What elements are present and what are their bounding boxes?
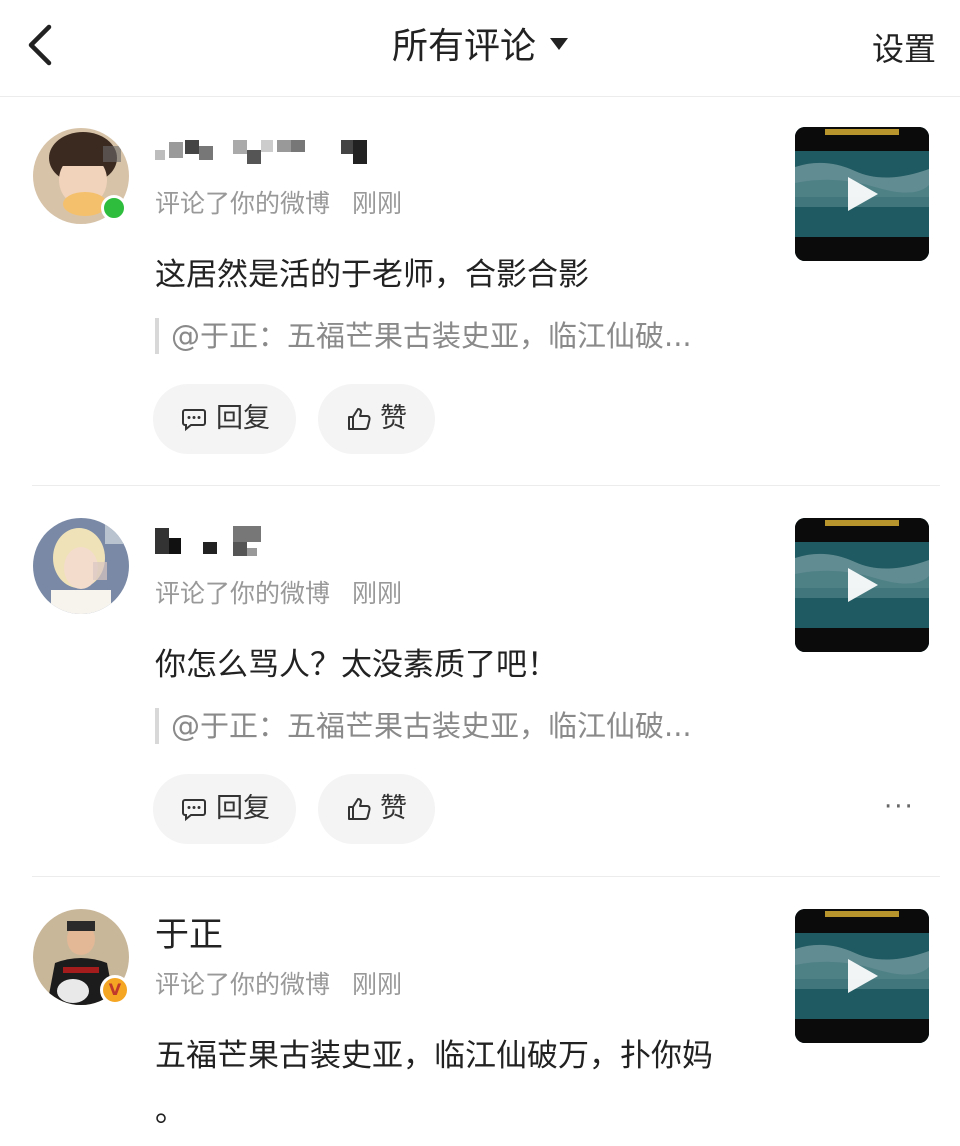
comment-meta: 评论了你的微博 刚刚 <box>155 577 402 611</box>
like-button[interactable]: 赞 <box>318 774 435 844</box>
more-options-button[interactable]: ··· <box>884 792 915 822</box>
thumbs-up-icon <box>348 408 371 430</box>
weibo-video-thumbnail[interactable] <box>795 518 929 652</box>
comment-action: 评论了你的微博 <box>155 970 331 999</box>
verified-badge-icon: V <box>100 975 130 1005</box>
comment-text: 五福芒果古装史亚，临江仙破万，扑你妈 <box>155 1038 713 1074</box>
username[interactable]: 于正 <box>155 913 223 957</box>
username-obscured[interactable] <box>155 522 395 562</box>
reply-label: 回复 <box>216 403 270 434</box>
like-label: 赞 <box>380 403 407 434</box>
comment-action: 评论了你的微博 <box>155 579 331 608</box>
username-obscured[interactable] <box>155 136 395 176</box>
comment-text: 这居然是活的于老师，合影合影 <box>155 257 589 293</box>
top-nav-bar: 所有评论 设置 <box>0 0 960 97</box>
like-button[interactable]: 赞 <box>318 384 435 454</box>
weibo-video-thumbnail[interactable] <box>795 127 929 261</box>
like-label: 赞 <box>380 793 407 824</box>
weibo-video-thumbnail[interactable] <box>795 909 929 1043</box>
video-thumbnail-image <box>795 127 929 261</box>
comment-card: 评论了你的微博 刚刚 这居然是活的于老师，合影合影 @于正：五福芒果古装史亚，临江… <box>0 96 960 486</box>
settings-button[interactable]: 设置 <box>872 26 936 72</box>
reply-button[interactable]: 回复 <box>153 774 296 844</box>
quoted-weibo[interactable]: @于正：五福芒果古装史亚，临江仙破... <box>155 708 692 744</box>
comment-card: V 于正 评论了你的微博 刚刚 五福芒果古装史亚，临江仙破万，扑你妈 。 <box>0 877 960 1146</box>
video-thumbnail-image <box>795 909 929 1043</box>
comment-time: 刚刚 <box>352 579 403 608</box>
avatar-image <box>33 518 129 614</box>
reply-button[interactable]: 回复 <box>153 384 296 454</box>
comment-filter-dropdown[interactable]: 所有评论 <box>0 22 960 72</box>
video-thumbnail-image <box>795 518 929 652</box>
comment-time: 刚刚 <box>352 189 403 218</box>
reply-label: 回复 <box>216 793 270 824</box>
comment-text: 你怎么骂人？太没素质了吧！ <box>155 647 558 683</box>
comment-time: 刚刚 <box>352 970 403 999</box>
caret-down-icon <box>550 38 568 50</box>
comment-meta: 评论了你的微博 刚刚 <box>155 968 402 1002</box>
online-status-badge <box>101 195 127 221</box>
avatar[interactable] <box>33 518 129 614</box>
thumbs-up-icon <box>348 798 371 820</box>
comment-card: 评论了你的微博 刚刚 你怎么骂人？太没素质了吧！ @于正：五福芒果古装史亚，临江仙… <box>0 486 960 876</box>
comment-action: 评论了你的微博 <box>155 189 331 218</box>
quoted-weibo[interactable]: @于正：五福芒果古装史亚，临江仙破... <box>155 318 692 354</box>
comment-bubble-icon <box>182 409 206 432</box>
page-title: 所有评论 <box>391 26 536 67</box>
comment-bubble-icon <box>182 799 206 822</box>
comment-meta: 评论了你的微博 刚刚 <box>155 187 402 221</box>
comment-text-continued: 。 <box>155 1093 186 1129</box>
